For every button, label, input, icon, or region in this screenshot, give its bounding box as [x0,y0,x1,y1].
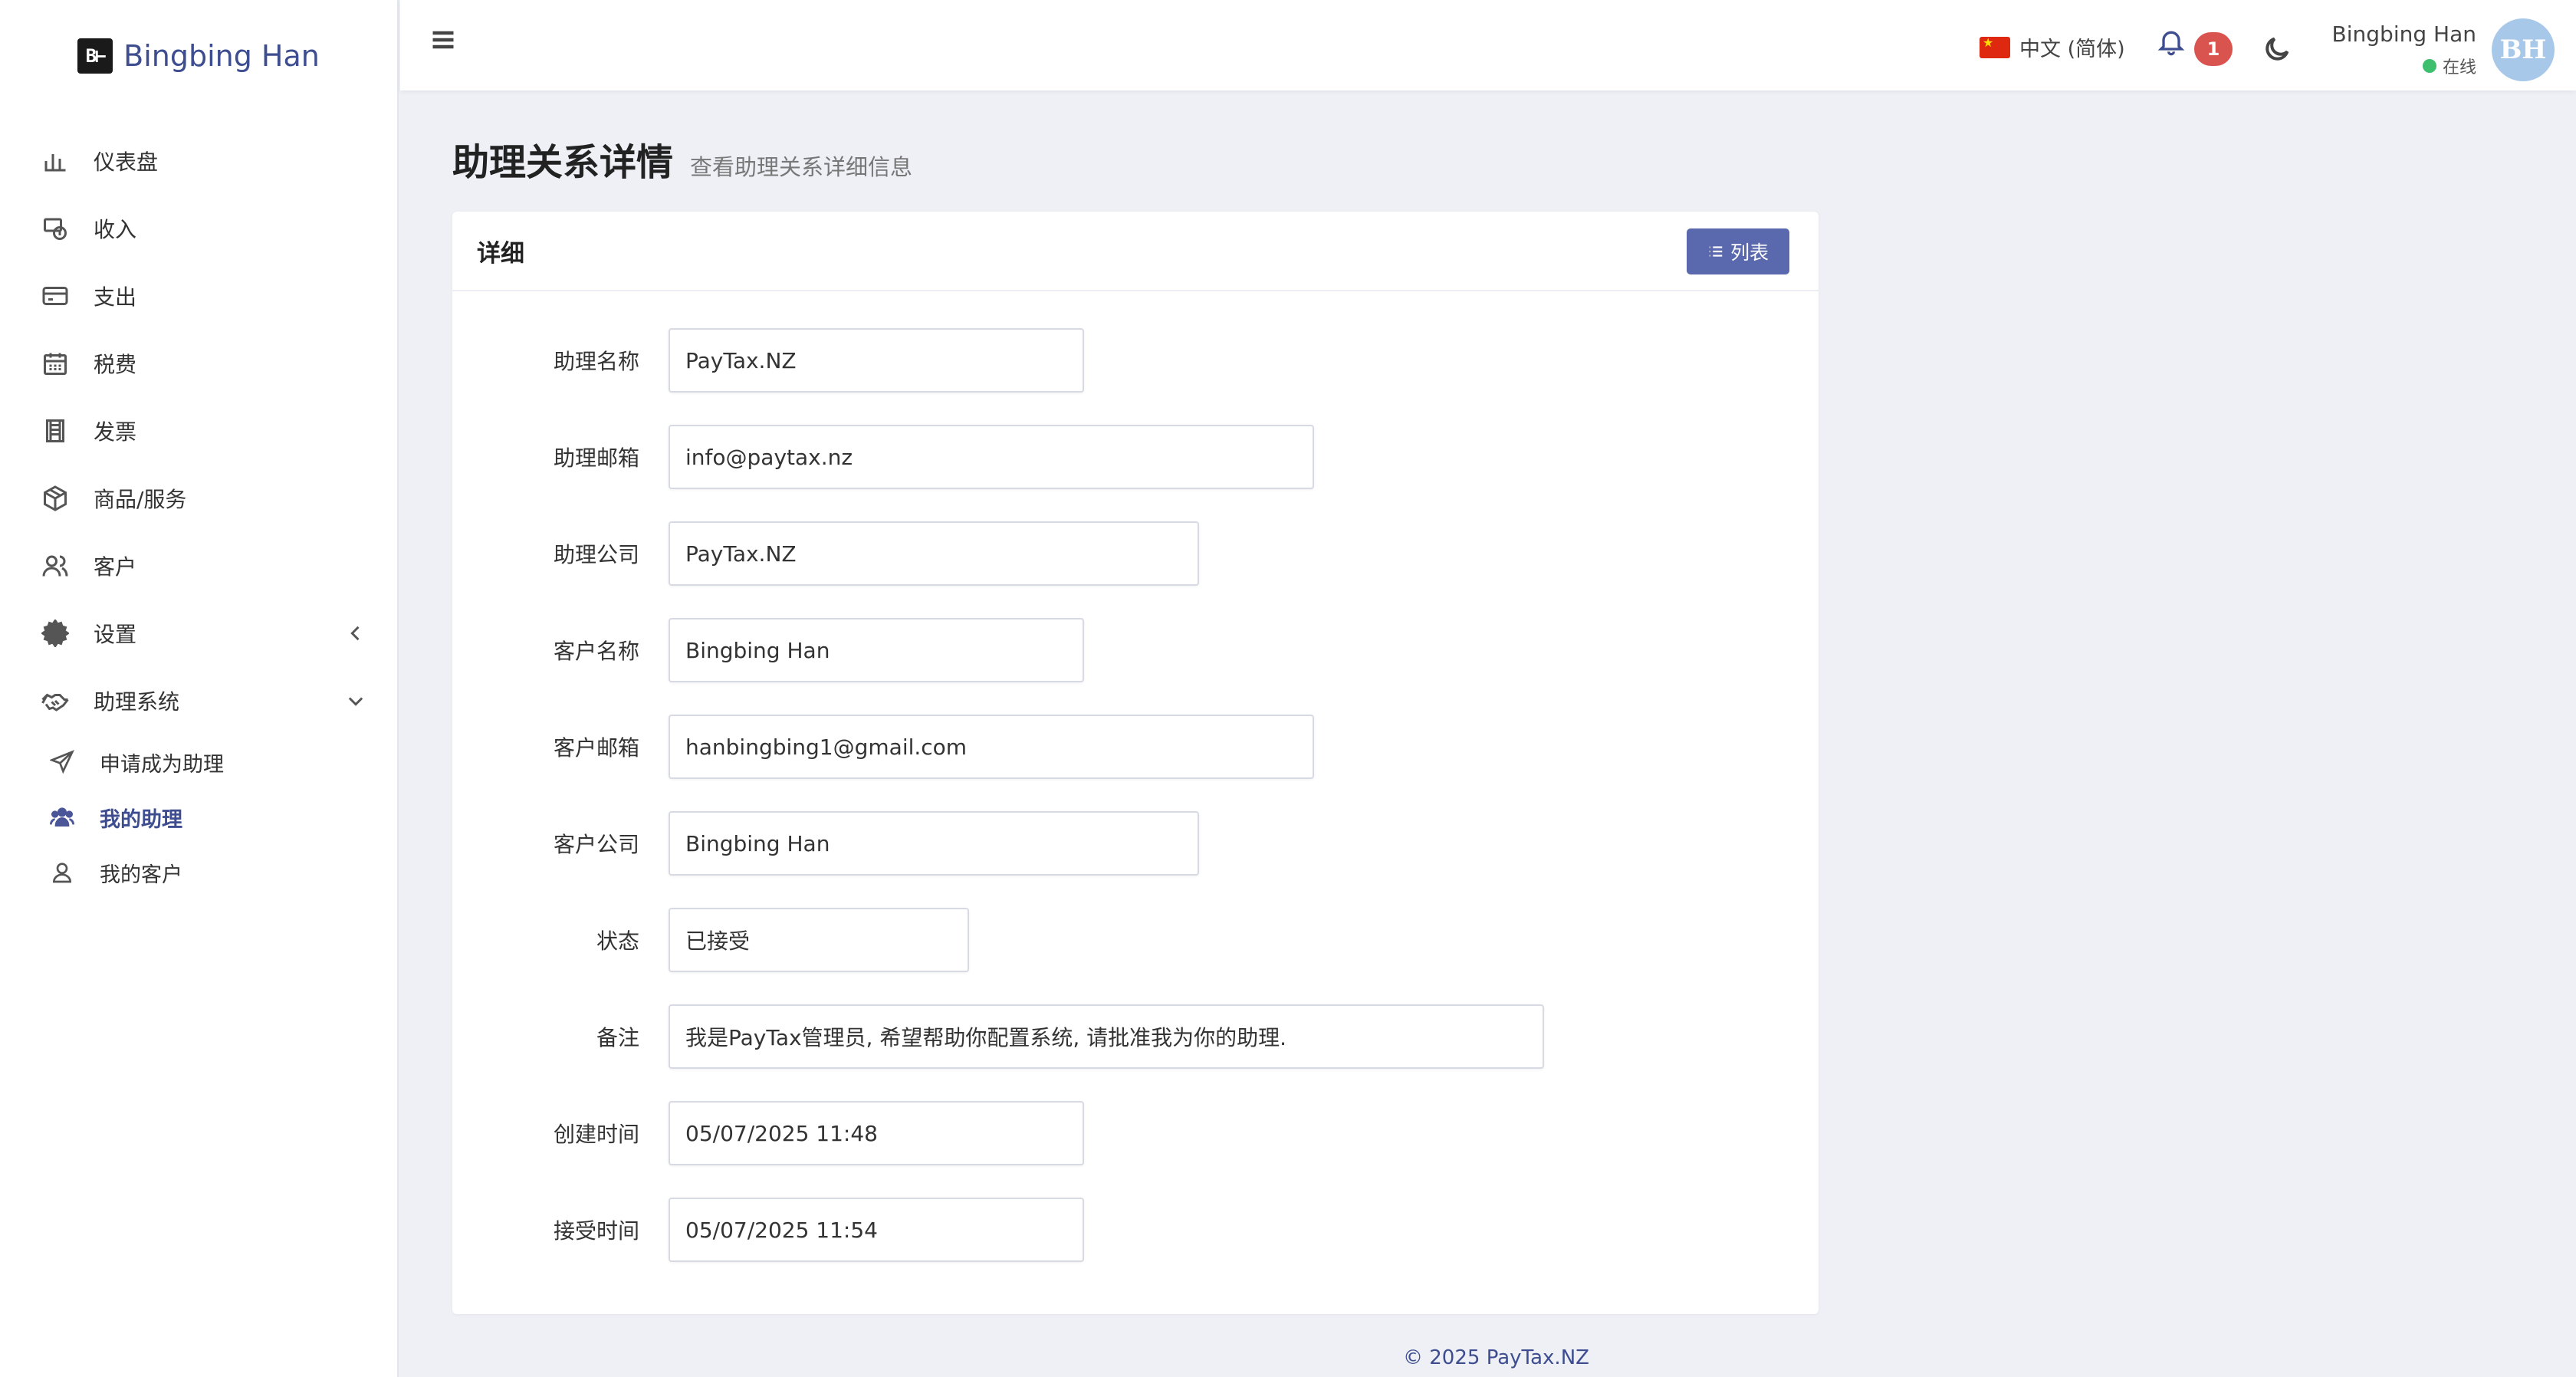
sidebar-item-label: 客户 [94,554,137,580]
assistant-email-field[interactable] [669,425,1314,489]
form-row-customer-name: 客户名称 [452,618,1084,682]
notification-badge[interactable]: 1 [2194,32,2233,66]
form-row-created-at: 创建时间 [452,1101,1084,1165]
list-icon [1709,246,1723,257]
calendar-icon [40,348,71,379]
user-group-icon [48,803,77,832]
page-subtitle: 查看助理关系详细信息 [690,154,913,180]
sidebar-item-products[interactable]: 商品/服务 [0,465,397,532]
paper-plane-icon [48,748,77,777]
menu-toggle-icon[interactable] [429,26,460,57]
receipt-icon [40,416,71,446]
card-title: 详细 [477,239,524,268]
sidebar-subitem-apply-assistant[interactable]: 申请成为助理 [0,735,397,790]
sidebar-subitem-label: 我的助理 [100,807,182,832]
sidebar-nav: 仪表盘 收入 支出 税费 发票 商品/服务 客户 设置 助理系统 申请成为助理 … [0,112,397,900]
field-label: 助理公司 [553,542,639,567]
sidebar-item-tax[interactable]: 税费 [0,330,397,397]
form-row-assistant-email: 助理邮箱 [452,425,1314,489]
sidebar-item-income[interactable]: 收入 [0,195,397,262]
field-label: 客户邮箱 [553,735,639,761]
box-icon [40,483,71,514]
assistant-company-field[interactable] [669,521,1199,586]
customer-company-field[interactable] [669,811,1199,876]
status-field[interactable] [669,908,969,972]
sidebar-item-label: 商品/服务 [94,487,187,512]
china-flag-icon [1980,35,2010,58]
online-status-icon [2422,59,2436,73]
card-header: 详细 列表 [452,212,1819,291]
sidebar-item-invoice[interactable]: 发票 [0,397,397,465]
sidebar-item-label: 助理系统 [94,689,180,715]
customer-name-field[interactable] [669,618,1084,682]
sidebar-item-label: 税费 [94,352,137,377]
assistant-name-field[interactable] [669,328,1084,393]
created-at-field[interactable] [669,1101,1084,1165]
bar-chart-icon [40,146,71,176]
list-button-label: 列表 [1730,242,1769,264]
field-label: 备注 [596,1025,639,1050]
form-row-status: 状态 [452,908,969,972]
field-label: 助理邮箱 [553,445,639,471]
top-bar: 中文 (简体) 1 Bingbing Han 在线 BH [400,0,2576,90]
form-row-assistant-company: 助理公司 [452,521,1199,586]
credit-card-icon [40,281,71,311]
moon-icon[interactable] [2262,34,2295,67]
sidebar-item-dashboard[interactable]: 仪表盘 [0,127,397,195]
bell-icon[interactable] [2156,26,2190,60]
sidebar: B⊢ Bingbing Han 仪表盘 收入 支出 税费 发票 商品/服务 客户… [0,0,399,1377]
chevron-left-icon [345,623,366,644]
sidebar-item-label: 发票 [94,419,137,445]
brand-logo-icon: B⊢ [77,38,113,74]
user-name[interactable]: Bingbing Han [2332,21,2476,47]
sidebar-subitem-my-assistants[interactable]: 我的助理 [0,790,397,845]
brand-name: Bingbing Han [123,39,320,73]
form-row-customer-company: 客户公司 [452,811,1199,876]
detail-card: 详细 列表 助理名称 助理邮箱 助理公司 客户名称 客户邮箱 客户公司 [452,212,1819,1314]
income-icon [40,213,71,244]
customer-email-field[interactable] [669,715,1314,779]
sidebar-item-customers[interactable]: 客户 [0,532,397,600]
sidebar-item-label: 收入 [94,217,137,242]
sidebar-item-label: 仪表盘 [94,150,159,175]
user-icon [48,858,77,887]
avatar[interactable]: BH [2492,18,2555,81]
sidebar-item-label: 支出 [94,284,137,310]
field-label: 状态 [596,928,639,954]
form-row-accepted-at: 接受时间 [452,1198,1084,1262]
list-button[interactable]: 列表 [1687,228,1789,274]
sidebar-item-settings[interactable]: 设置 [0,600,397,667]
user-status-label: 在线 [2442,58,2476,77]
language-selector[interactable]: 中文 (简体) [1980,32,2125,62]
field-label: 助理名称 [553,349,639,374]
user-status: 在线 [2422,54,2476,78]
field-label: 客户名称 [553,639,639,664]
sidebar-subitem-label: 我的客户 [100,863,182,887]
field-label: 接受时间 [553,1218,639,1244]
sidebar-item-expense[interactable]: 支出 [0,262,397,330]
sidebar-item-label: 设置 [94,622,137,647]
users-icon [40,550,71,581]
footer-copyright[interactable]: © 2025 PayTax.NZ [1403,1346,1589,1369]
accepted-at-field[interactable] [669,1198,1084,1262]
chevron-down-icon [345,690,366,712]
handshake-icon [40,685,71,716]
sidebar-item-assistant-system[interactable]: 助理系统 [0,667,397,735]
sidebar-subitem-label: 申请成为助理 [100,752,224,777]
page-title: 助理关系详情 [452,141,674,184]
language-label: 中文 (简体) [2019,38,2125,61]
sidebar-subitem-my-customers[interactable]: 我的客户 [0,845,397,900]
page-header: 助理关系详情 查看助理关系详细信息 [452,132,912,186]
remark-field[interactable] [669,1004,1544,1069]
brand[interactable]: B⊢ Bingbing Han [0,0,397,112]
gear-icon [40,618,71,649]
form-row-remark: 备注 [452,1004,1544,1069]
field-label: 创建时间 [553,1122,639,1147]
field-label: 客户公司 [553,832,639,857]
form-row-customer-email: 客户邮箱 [452,715,1314,779]
form-row-assistant-name: 助理名称 [452,328,1084,393]
